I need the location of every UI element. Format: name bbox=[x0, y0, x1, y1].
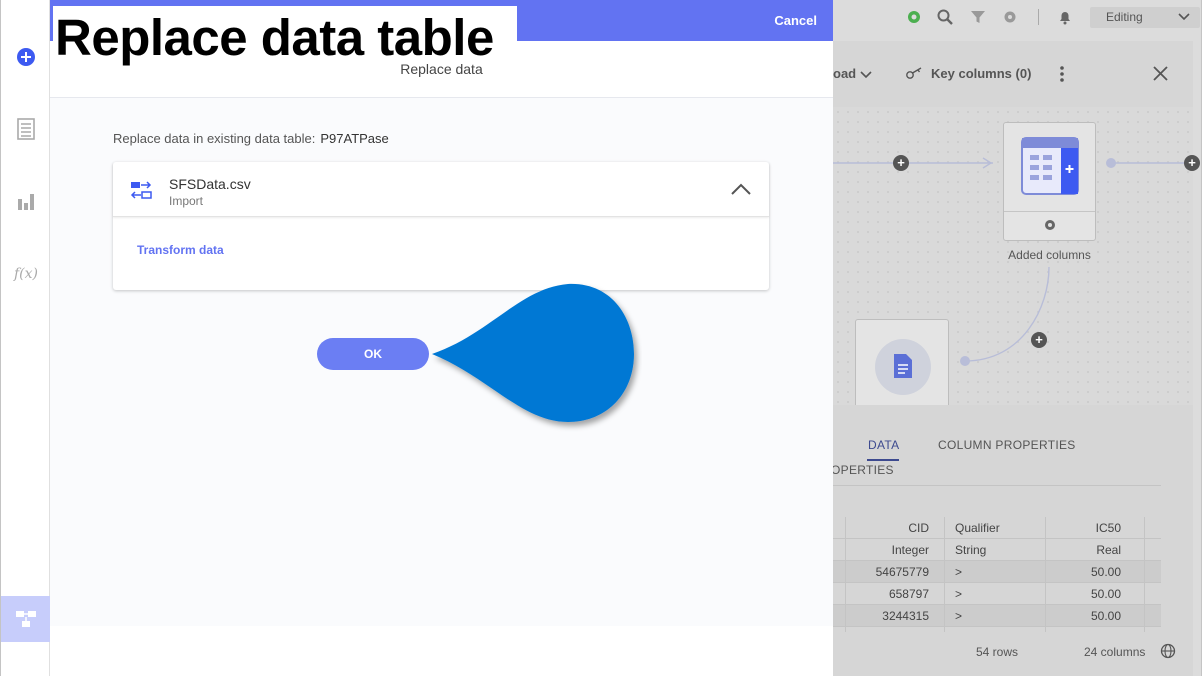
file-name: SFSData.csv bbox=[169, 176, 251, 192]
data-canvas-button[interactable] bbox=[1, 596, 51, 642]
table-cell: 3244315 bbox=[882, 609, 929, 623]
data-panel-header: oad Key columns (0) bbox=[833, 41, 1193, 107]
column-header[interactable]: CID bbox=[908, 521, 929, 535]
import-icon bbox=[130, 181, 152, 199]
overlay-title: Replace data table bbox=[55, 9, 494, 66]
column-type: Real bbox=[1096, 543, 1121, 557]
table-cell: 50.00 bbox=[1090, 565, 1121, 579]
globe-icon[interactable] bbox=[1160, 643, 1176, 659]
add-button[interactable] bbox=[1, 39, 51, 75]
cancel-button[interactable]: Cancel bbox=[774, 13, 817, 28]
source-node[interactable] bbox=[855, 319, 949, 409]
mode-label: Editing bbox=[1106, 10, 1143, 24]
svg-text:f(x): f(x) bbox=[13, 266, 38, 282]
notifications-icon[interactable] bbox=[1056, 8, 1074, 26]
filter-icon[interactable] bbox=[969, 8, 987, 26]
chevron-up-icon[interactable] bbox=[730, 181, 752, 197]
table-cell: 50.00 bbox=[1090, 587, 1121, 601]
source-card-header[interactable]: SFSData.csv Import bbox=[113, 162, 769, 217]
add-step-button[interactable]: + bbox=[1184, 155, 1200, 171]
ok-button[interactable]: OK bbox=[317, 338, 429, 370]
left-rail: f(x) bbox=[0, 0, 51, 676]
table-row[interactable]: 54675779 > 50.00 bbox=[833, 561, 1161, 583]
key-columns-button[interactable]: Key columns (0) bbox=[931, 66, 1031, 81]
column-count: 24 columns bbox=[1084, 645, 1146, 659]
add-step-button[interactable]: + bbox=[1031, 332, 1047, 348]
column-type: String bbox=[955, 543, 987, 557]
table-header-row: CID Qualifier IC50 bbox=[833, 517, 1161, 539]
table-cell: 50.00 bbox=[1090, 609, 1121, 623]
add-step-button[interactable]: + bbox=[893, 155, 909, 171]
table-row[interactable]: 658797 > 50.00 bbox=[833, 583, 1161, 605]
source-card: SFSData.csv Import Transform data bbox=[113, 162, 769, 290]
load-label[interactable]: oad bbox=[833, 66, 856, 81]
dialog-footer bbox=[50, 626, 833, 676]
callout-pointer bbox=[432, 283, 634, 422]
node-label: Added columns bbox=[1008, 248, 1091, 262]
added-columns-node[interactable] bbox=[1003, 122, 1096, 241]
table-type-row: Integer String Real bbox=[833, 539, 1161, 561]
file-icon bbox=[894, 354, 912, 378]
column-divider bbox=[1045, 517, 1046, 632]
table-cell: > bbox=[955, 565, 963, 579]
replace-target-line: Replace data in existing data table: P97A… bbox=[113, 131, 389, 146]
tab-underline bbox=[867, 459, 899, 461]
mode-selector[interactable]: Editing bbox=[1090, 7, 1200, 28]
table-icon bbox=[1021, 137, 1079, 195]
close-icon[interactable] bbox=[1153, 66, 1168, 81]
gear-icon[interactable] bbox=[1043, 218, 1057, 232]
chevron-down-icon bbox=[1178, 13, 1190, 21]
tab-column-properties[interactable]: COLUMN PROPERTIES bbox=[938, 438, 1076, 452]
row-count: 54 rows bbox=[976, 645, 1019, 659]
column-header[interactable]: Qualifier bbox=[955, 521, 1000, 535]
key-icon bbox=[906, 67, 922, 79]
replace-label: Replace data in existing data table: bbox=[113, 131, 316, 146]
column-divider bbox=[845, 517, 846, 632]
toolbar-divider bbox=[1038, 9, 1039, 25]
tab-data[interactable]: DATA bbox=[868, 438, 899, 452]
table-cell: 54675779 bbox=[875, 565, 929, 579]
title-overlay: Replace data table bbox=[53, 6, 517, 66]
background-app: Editing oad Key columns (0) + + + Added … bbox=[833, 0, 1202, 676]
visualizations-button[interactable] bbox=[1, 183, 51, 219]
table-cell: > bbox=[955, 587, 963, 601]
column-header[interactable]: IC50 bbox=[1096, 521, 1121, 535]
chevron-down-icon bbox=[860, 71, 872, 79]
table-row[interactable]: 3244315 > 50.00 bbox=[833, 605, 1161, 627]
table-cell: > bbox=[955, 609, 963, 623]
tab-divider bbox=[833, 485, 1161, 486]
search-icon[interactable] bbox=[936, 8, 954, 26]
function-icon: f(x) bbox=[13, 266, 38, 282]
table-cell: 658797 bbox=[888, 587, 929, 601]
add-icon bbox=[17, 48, 35, 66]
column-type: Integer bbox=[891, 543, 929, 557]
data-canvas-icon bbox=[16, 611, 36, 627]
expressions-button[interactable]: f(x) bbox=[1, 255, 51, 291]
more-options-icon[interactable] bbox=[1059, 65, 1065, 83]
table-name: P97ATPase bbox=[320, 131, 389, 146]
page-icon bbox=[17, 118, 35, 140]
bar-chart-icon bbox=[18, 194, 34, 210]
transform-data-link[interactable]: Transform data bbox=[137, 243, 224, 257]
column-divider bbox=[1144, 517, 1145, 632]
gear-icon[interactable] bbox=[1001, 8, 1019, 26]
pages-button[interactable] bbox=[1, 111, 51, 147]
data-table: CID Qualifier IC50 Integer String Real 5… bbox=[833, 517, 1161, 627]
column-divider bbox=[944, 517, 945, 632]
data-canvas: + + + Added columns bbox=[833, 107, 1200, 409]
source-type: Import bbox=[169, 194, 204, 208]
connections-icon[interactable] bbox=[905, 8, 923, 26]
top-toolbar: Editing bbox=[833, 0, 1201, 34]
tab-partial[interactable]: OPERTIES bbox=[833, 463, 894, 477]
details-panel: DATA COLUMN PROPERTIES OPERTIES CID Qual… bbox=[833, 405, 1193, 676]
